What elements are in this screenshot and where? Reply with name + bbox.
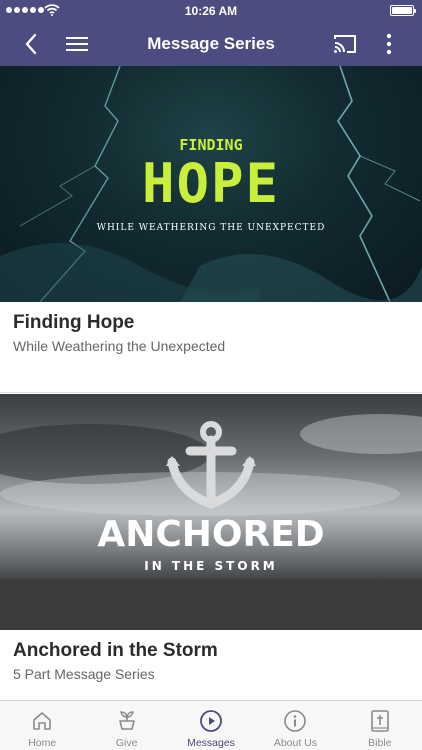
series-info: Anchored in the Storm 5 Part Message Ser…: [0, 630, 422, 684]
status-bar: 10:26 AM: [0, 0, 422, 22]
tab-bible[interactable]: Bible: [338, 701, 422, 750]
tab-messages[interactable]: Messages: [169, 701, 253, 750]
home-icon: [30, 709, 54, 733]
status-time: 10:26 AM: [184, 4, 238, 18]
give-icon: [115, 709, 139, 733]
tab-label: Messages: [187, 737, 235, 749]
tab-label: About Us: [273, 737, 318, 749]
bible-icon: [368, 709, 392, 733]
tab-give[interactable]: Give: [84, 701, 168, 750]
series-subtitle: While Weathering the Unexpected: [13, 338, 226, 354]
tab-about-us[interactable]: About Us: [253, 701, 337, 750]
anchor-storm-art: [0, 414, 422, 630]
series-banner-image: ANCHORED IN THE STORM: [0, 394, 422, 630]
messages-play-icon: [199, 709, 223, 733]
tab-label: Bible: [368, 737, 392, 749]
nav-bar: Message Series: [0, 22, 422, 66]
art-tagline: IN THE STORM: [144, 559, 278, 573]
more-options-button[interactable]: [374, 30, 404, 58]
cast-button[interactable]: [330, 30, 360, 58]
series-subtitle: 5 Part Message Series: [13, 666, 155, 682]
tab-bar: Home Give Messages About Us Bible: [0, 700, 422, 750]
art-big-text: ANCHORED: [97, 514, 325, 555]
series-card-finding-hope[interactable]: FINDING HOPE WHILE WEATHERING THE UNEXPE…: [0, 66, 422, 392]
series-title: Anchored in the Storm: [13, 640, 218, 661]
info-icon: [283, 709, 307, 733]
more-vertical-icon: [386, 33, 392, 55]
art-big-text: HOPE: [141, 152, 281, 215]
series-card-anchored[interactable]: ANCHORED IN THE STORM Anchored in the St…: [0, 394, 422, 700]
card-divider: [0, 392, 422, 393]
series-title: Finding Hope: [13, 312, 135, 333]
tab-label: Give: [115, 737, 138, 749]
tab-label: Home: [28, 737, 57, 749]
tab-home[interactable]: Home: [0, 701, 84, 750]
series-info: Finding Hope While Weathering the Unexpe…: [0, 302, 422, 356]
series-banner-image: FINDING HOPE WHILE WEATHERING THE UNEXPE…: [0, 66, 422, 302]
battery-icon: [390, 5, 416, 16]
art-tagline: WHILE WEATHERING THE UNEXPECTED: [96, 223, 326, 233]
cast-icon: [334, 35, 356, 53]
